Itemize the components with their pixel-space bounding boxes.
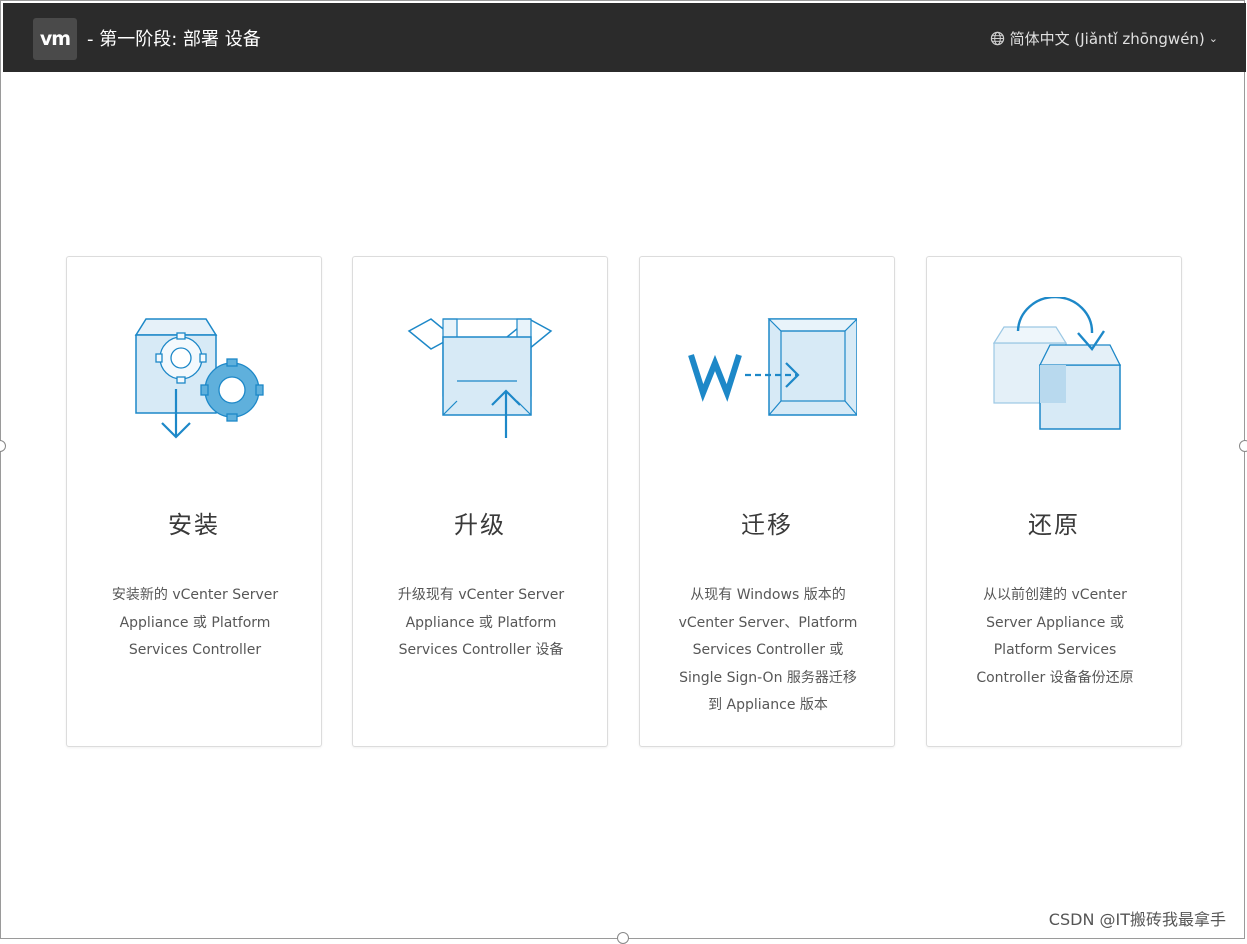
migrate-card[interactable]: 迁移 从现有 Windows 版本的 vCenter Server、Platfo…: [639, 256, 895, 747]
page-title: - 第一阶段: 部署 设备: [87, 29, 261, 50]
vmware-logo: vm: [33, 18, 77, 60]
upgrade-description: 升级现有 vCenter Server Appliance 或 Platform…: [397, 587, 565, 659]
restore-card[interactable]: 还原 从以前创建的 vCenter Server Appliance 或 Pla…: [926, 256, 1182, 747]
upgrade-icon: [407, 318, 553, 438]
chevron-down-icon: ⌄: [1208, 32, 1218, 45]
install-description: 安装新的 vCenter Server Appliance 或 Platform…: [111, 587, 279, 659]
restore-description: 从以前创建的 vCenter Server Appliance 或 Platfo…: [976, 587, 1134, 686]
watermark: CSDN @IT搬砖我最拿手: [1048, 910, 1226, 929]
header-bar: vm - 第一阶段: 部署 设备 简体中文 (Jiǎntǐ zhōngwén) …: [3, 3, 1246, 72]
installer-window: vm - 第一阶段: 部署 设备 简体中文 (Jiǎntǐ zhōngwén) …: [0, 0, 1246, 939]
migrate-icon: [688, 318, 857, 416]
globe-icon: [990, 31, 1004, 46]
resize-handle-bottom[interactable]: [617, 932, 629, 944]
language-label: 简体中文 (Jiǎntǐ zhōngwén): [1009, 30, 1205, 48]
upgrade-card[interactable]: 升级 升级现有 vCenter Server Appliance 或 Platf…: [352, 256, 608, 747]
resize-handle-right[interactable]: [1239, 440, 1247, 452]
install-card[interactable]: 安装 安装新的 vCenter Server Appliance 或 Platf…: [66, 256, 322, 747]
migrate-title: 迁移: [741, 511, 793, 539]
language-selector[interactable]: 简体中文 (Jiǎntǐ zhōngwén) ⌄: [990, 28, 1218, 49]
migrate-description: 从现有 Windows 版本的 vCenter Server、Platform …: [678, 587, 858, 714]
restore-title: 还原: [1028, 511, 1080, 539]
install-icon: [134, 318, 264, 439]
upgrade-title: 升级: [454, 511, 506, 539]
restore-icon: [992, 297, 1122, 430]
install-title: 安装: [168, 511, 220, 539]
